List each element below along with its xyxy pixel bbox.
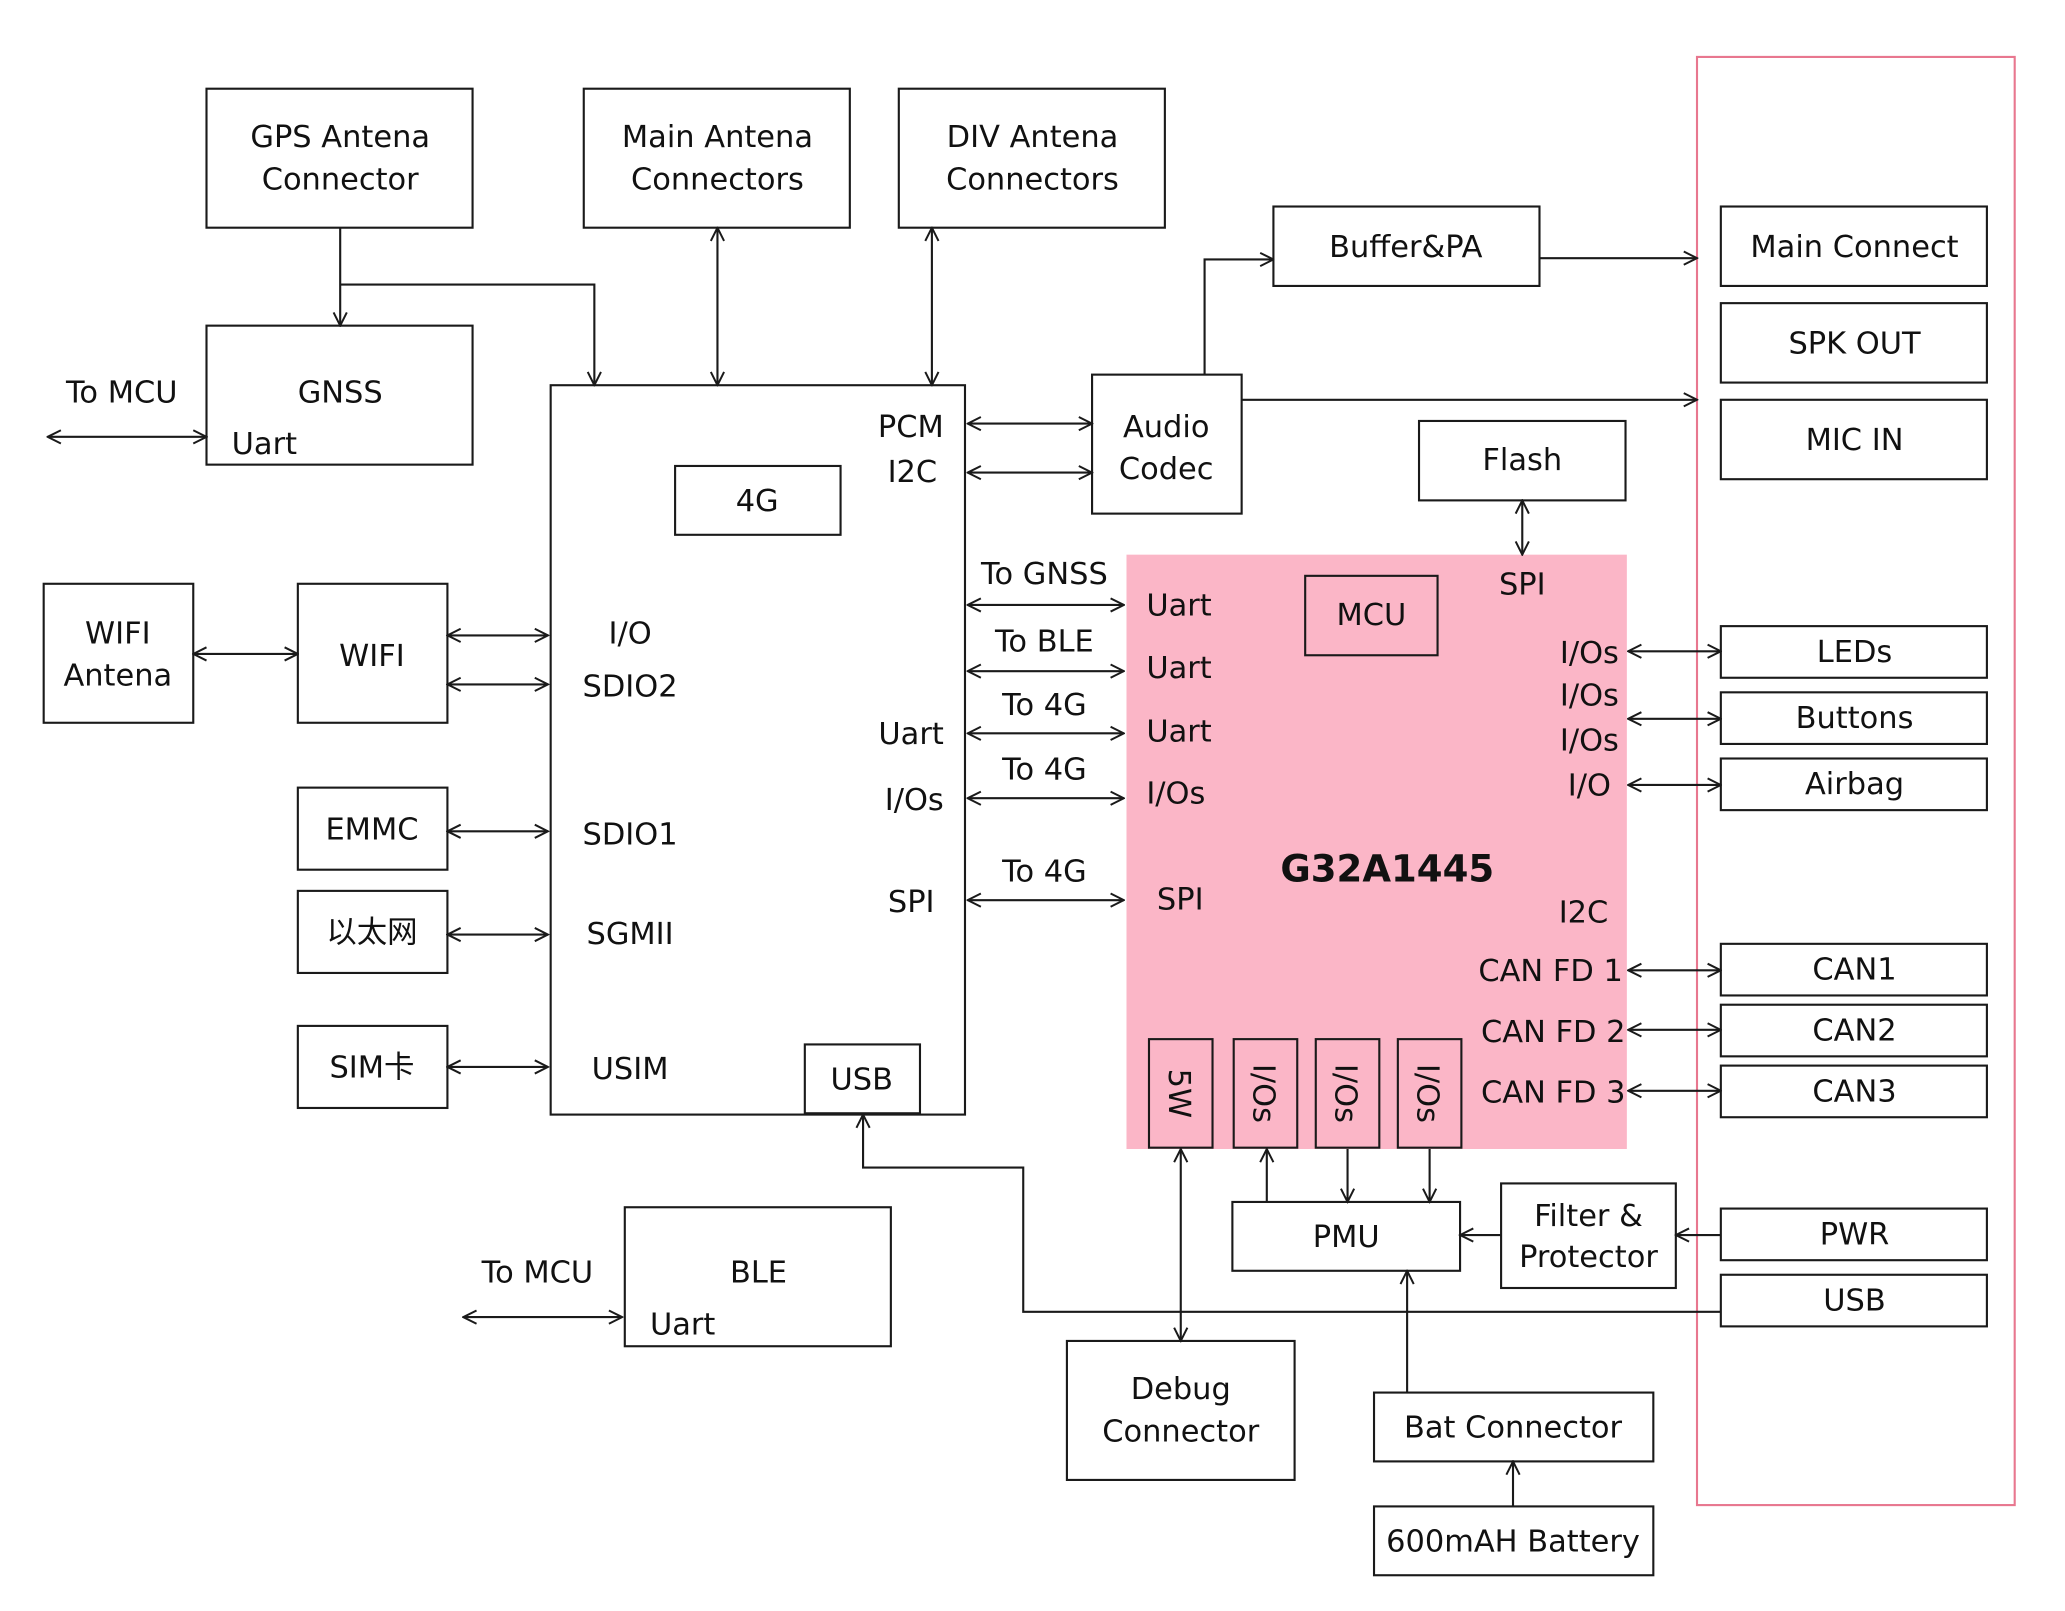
flash: Flash <box>1417 419 1627 502</box>
gps-antenna-connector: GPS Antena Connector <box>205 87 474 229</box>
flash-label: Flash <box>1482 443 1562 478</box>
connector-airbag-label: Airbag <box>1805 767 1904 802</box>
mcu-port-canfd3: CAN FD 3 <box>1481 1076 1626 1111</box>
mcu-port-ios-b2: I/Os <box>1328 1064 1363 1123</box>
div-antenna-label-2: Connectors <box>946 162 1119 197</box>
buffer-pa-label: Buffer&PA <box>1329 230 1483 265</box>
chip-4g-label: 4G <box>736 484 779 519</box>
mcu-part-number: G32A1445 <box>1280 848 1494 891</box>
div-antenna-connectors: DIV Antena Connectors <box>897 87 1166 229</box>
gnss-label: GNSS <box>298 375 383 410</box>
ble-label: BLE <box>730 1256 787 1291</box>
wifi-antenna-label-1: WIFI <box>85 616 151 651</box>
mcu-port-5w: 5W <box>1161 1069 1196 1118</box>
buffer-pa: Buffer&PA <box>1272 205 1541 287</box>
mcu-port-ios-r2: I/Os <box>1560 679 1619 714</box>
port-pcm: PCM <box>878 410 944 445</box>
block-diagram: GPS Antena Connector Main Antena Connect… <box>42 55 2016 1577</box>
connector-leds-label: LEDs <box>1817 635 1893 670</box>
ethernet-label: 以太网 <box>326 916 417 951</box>
battery-label: 600mAH Battery <box>1386 1524 1640 1559</box>
main-antenna-connectors: Main Antena Connectors <box>582 87 851 229</box>
debug-label-1: Debug <box>1131 1372 1231 1407</box>
main-antenna-label-1: Main Antena <box>622 120 813 155</box>
emmc-label: EMMC <box>325 812 418 847</box>
connector-panel: Main Connect SPK OUT MIC IN LEDs Buttons… <box>1719 205 1988 1328</box>
link-to-gnss: To GNSS <box>980 557 1108 592</box>
mcu-port-uart-1: Uart <box>1146 589 1211 624</box>
wifi-antenna-label-2: Antena <box>63 659 172 694</box>
wifi-antenna: WIFI Antena <box>42 582 195 724</box>
port-usim: USIM <box>592 1052 669 1087</box>
mcu-spi-top: SPI <box>1499 567 1546 602</box>
connector-buttons-label: Buttons <box>1796 701 1914 736</box>
module-4g: 4G USB I/O SDIO2 SDIO1 SGMII USIM PCM I2… <box>549 384 967 1116</box>
port-ios: I/Os <box>885 783 944 818</box>
wifi-label: WIFI <box>339 639 405 674</box>
port-sgmii: SGMII <box>587 917 674 952</box>
port-sdio1: SDIO1 <box>583 818 678 853</box>
mcu-port-spi: SPI <box>1157 882 1204 917</box>
port-io: I/O <box>608 616 651 651</box>
filter-label-2: Protector <box>1519 1240 1658 1275</box>
gps-antenna-label-1: GPS Antena <box>250 120 430 155</box>
port-sdio2: SDIO2 <box>583 669 678 704</box>
gnss-uart-port: Uart <box>232 427 297 462</box>
bat-connector-label: Bat Connector <box>1404 1411 1623 1446</box>
pmu-label: PMU <box>1313 1220 1380 1255</box>
connector-pwr-label: PWR <box>1820 1217 1890 1252</box>
filter-protector: Filter & Protector <box>1500 1182 1677 1290</box>
mcu-port-uart-3: Uart <box>1146 714 1211 749</box>
ble-uart-port: Uart <box>650 1307 715 1342</box>
ethernet: 以太网 <box>296 889 449 975</box>
link-to-4g-ios: To 4G <box>1001 753 1087 788</box>
usb-port-label: USB <box>830 1062 892 1097</box>
mcu-port-ios-r3: I/Os <box>1560 724 1619 759</box>
div-antenna-label-1: DIV Antena <box>947 120 1119 155</box>
mcu-port-i2c: I2C <box>1559 896 1609 931</box>
mcu-port-uart-2: Uart <box>1146 651 1211 686</box>
connector-usb-label: USB <box>1823 1283 1885 1318</box>
connector-mic-in-label: MIC IN <box>1806 423 1904 458</box>
mcu-port-ios-b3: I/Os <box>1410 1064 1445 1123</box>
debug-label-2: Connector <box>1102 1415 1259 1450</box>
mcu-core-label: MCU <box>1336 598 1406 633</box>
sim-label: SIM卡 <box>329 1051 414 1086</box>
pmu: PMU <box>1231 1200 1462 1272</box>
mcu-port-io-r4: I/O <box>1568 769 1611 804</box>
gps-antenna-label-2: Connector <box>262 162 419 197</box>
ble-block: BLE Uart <box>623 1206 892 1348</box>
port-spi: SPI <box>888 885 935 920</box>
port-uart: Uart <box>878 717 943 752</box>
wifi-module: WIFI <box>296 582 449 724</box>
gnss-block: GNSS Uart <box>205 324 474 466</box>
mcu-port-canfd1: CAN FD 1 <box>1478 954 1623 989</box>
link-to-4g-uart: To 4G <box>1001 688 1087 723</box>
link-to-ble: To BLE <box>994 624 1094 659</box>
debug-connector: Debug Connector <box>1065 1339 1296 1481</box>
link-to-4g-spi: To 4G <box>1001 855 1087 890</box>
filter-label-1: Filter & <box>1534 1199 1643 1234</box>
main-antenna-label-2: Connectors <box>631 162 804 197</box>
port-i2c: I2C <box>888 455 938 490</box>
connector-main-connect-label: Main Connect <box>1750 230 1958 265</box>
audio-codec-label-2: Codec <box>1119 452 1214 487</box>
battery: 600mAH Battery <box>1372 1505 1655 1577</box>
mcu-port-ios-r1: I/Os <box>1560 636 1619 671</box>
connector-can2-label: CAN2 <box>1812 1013 1896 1048</box>
mcu-port-ios-b1: I/Os <box>1246 1064 1281 1123</box>
connector-can1-label: CAN1 <box>1812 953 1896 988</box>
connector-spk-out-label: SPK OUT <box>1788 326 1921 361</box>
mcu-port-ios: I/Os <box>1146 777 1205 812</box>
audio-codec: Audio Codec <box>1091 373 1243 515</box>
mcu-port-canfd2: CAN FD 2 <box>1481 1015 1626 1050</box>
wire-audio-buffer <box>1203 259 1274 375</box>
ble-to-mcu-label: To MCU <box>481 1256 594 1291</box>
emmc: EMMC <box>296 786 449 871</box>
bat-connector: Bat Connector <box>1372 1391 1655 1463</box>
gnss-to-mcu-label: To MCU <box>65 375 178 410</box>
audio-codec-label-1: Audio <box>1123 410 1210 445</box>
sim-card: SIM卡 <box>296 1024 449 1110</box>
connector-can3-label: CAN3 <box>1812 1074 1896 1109</box>
